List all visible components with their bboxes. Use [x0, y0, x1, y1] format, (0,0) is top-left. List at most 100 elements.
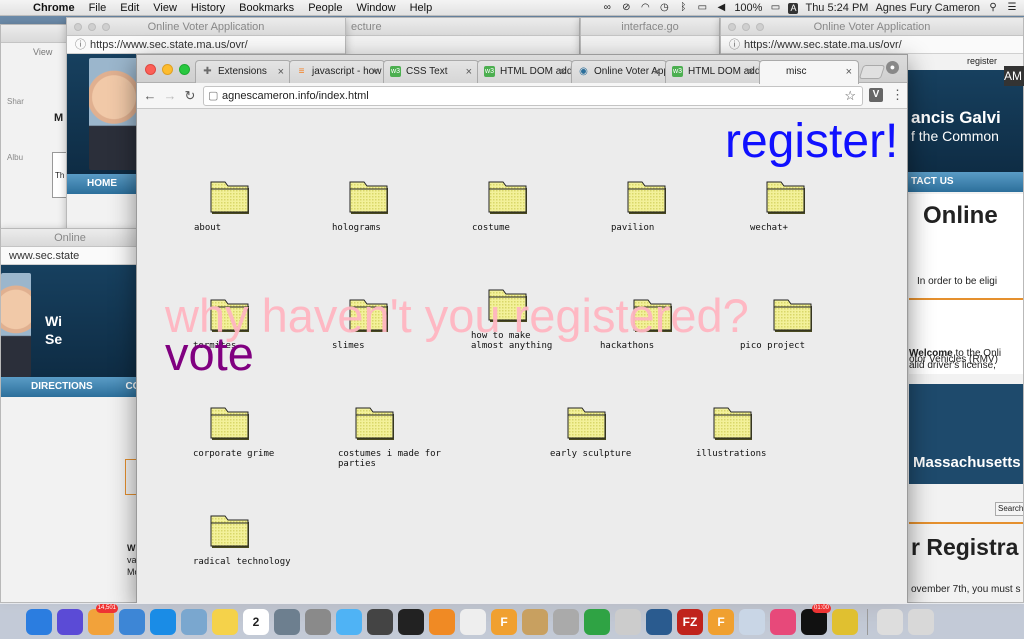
right-window-urlbar[interactable]: ⓘ https://www.sec.state.ma.us/ovr/: [721, 36, 1023, 54]
folder-icon[interactable]: [209, 178, 253, 216]
home-nav-link[interactable]: HOME: [87, 178, 117, 189]
page-info-icon[interactable]: ▢: [208, 87, 218, 105]
fusion-icon[interactable]: F: [491, 608, 517, 635]
folder-icon[interactable]: [209, 512, 253, 550]
close-tab-icon[interactable]: ×: [654, 61, 660, 83]
siri-icon[interactable]: [57, 608, 83, 635]
menu-bookmarks[interactable]: Bookmarks: [232, 2, 301, 14]
archive-icon[interactable]: [615, 608, 641, 635]
preview-2-icon[interactable]: [739, 608, 765, 635]
bookmark-star-icon[interactable]: ☆: [844, 87, 856, 105]
folder-label[interactable]: radical technology: [193, 557, 333, 567]
terminal-icon[interactable]: [398, 608, 424, 635]
chrome-icon[interactable]: [832, 608, 858, 635]
menu-edit[interactable]: Edit: [113, 2, 146, 14]
sync-icon[interactable]: ⊘: [620, 3, 632, 13]
battery-icon[interactable]: ▭: [769, 3, 781, 13]
folder-icon[interactable]: [772, 296, 816, 334]
close-tab-icon[interactable]: ×: [466, 61, 472, 83]
spotlight-search-icon[interactable]: ⚲: [987, 3, 999, 13]
menu-view[interactable]: View: [146, 2, 184, 14]
tab-css-text[interactable]: w3 CSS Text ×: [383, 60, 479, 83]
folder-label[interactable]: pavilion: [611, 223, 751, 233]
wifi-icon[interactable]: ◠: [639, 3, 651, 13]
finder-icon[interactable]: [26, 608, 52, 635]
airplay-icon[interactable]: ▭: [696, 3, 708, 13]
folder-label[interactable]: pico project: [740, 341, 880, 351]
cyberduck-icon[interactable]: [646, 608, 672, 635]
trash-icon[interactable]: [908, 608, 934, 635]
folder-icon[interactable]: [348, 178, 392, 216]
menu-people[interactable]: People: [301, 2, 349, 14]
tab-html-dom-2[interactable]: w3 HTML DOM addEventListener ×: [665, 60, 761, 83]
disk-icon[interactable]: [522, 608, 548, 635]
tab-extensions[interactable]: ✚ Extensions ×: [195, 60, 291, 83]
profile-icon[interactable]: ●: [886, 61, 899, 74]
photos-icon[interactable]: 14,501: [88, 603, 118, 635]
reload-icon[interactable]: ↻: [181, 87, 199, 105]
folder-icon[interactable]: [566, 404, 610, 442]
creative-cloud-icon[interactable]: ∞: [601, 3, 613, 13]
folder-icon[interactable]: [487, 178, 531, 216]
folder-label[interactable]: holograms: [332, 223, 472, 233]
extension-v-icon[interactable]: V: [869, 88, 883, 102]
skype-icon[interactable]: [367, 608, 393, 635]
contact-us-link[interactable]: TACT US: [911, 176, 954, 187]
filezilla-icon[interactable]: FZ: [677, 608, 703, 635]
fusion-icon-2[interactable]: F: [708, 608, 734, 635]
address-bar[interactable]: ▢ agnescameron.info/index.html ☆: [203, 86, 863, 106]
menu-history[interactable]: History: [184, 2, 232, 14]
folder-label[interactable]: corporate grime: [193, 449, 333, 459]
time-machine-icon[interactable]: ◷: [658, 3, 670, 13]
close-tab-icon[interactable]: ×: [278, 61, 284, 83]
messages-icon[interactable]: [336, 608, 362, 635]
folder-icon[interactable]: [354, 404, 398, 442]
safari-icon[interactable]: [150, 608, 176, 635]
directions-nav-link[interactable]: DIRECTIONS: [31, 381, 93, 392]
folder-label[interactable]: wechat+: [750, 223, 890, 233]
menu-app-chrome[interactable]: Chrome: [26, 2, 82, 14]
clock[interactable]: Thu 5:24 PM: [805, 2, 868, 14]
numbers-icon[interactable]: [584, 608, 610, 635]
sublime-icon[interactable]: [429, 608, 455, 635]
close-tab-icon[interactable]: ×: [846, 61, 852, 83]
folder-label[interactable]: illustrations: [696, 449, 836, 459]
keynote-icon[interactable]: [119, 608, 145, 635]
folder-label[interactable]: early sculpture: [550, 449, 690, 459]
close-tab-icon[interactable]: ×: [372, 61, 378, 83]
close-tab-icon[interactable]: ×: [560, 61, 566, 83]
volume-icon[interactable]: ◀: [715, 3, 727, 13]
bluetooth-icon[interactable]: ᛒ: [677, 3, 689, 13]
back-arrow-icon[interactable]: ←: [141, 87, 159, 105]
folder-icon[interactable]: [712, 404, 756, 442]
calendar-icon[interactable]: 2: [243, 608, 269, 635]
tab-misc[interactable]: misc ×: [759, 60, 859, 84]
minimize-window-button[interactable]: [162, 64, 173, 75]
lower-window-urlbar[interactable]: www.sec.state: [1, 247, 139, 265]
image-capture-icon[interactable]: [274, 608, 300, 635]
notification-center-icon[interactable]: ☰: [1006, 3, 1018, 13]
folder-label[interactable]: costumes i made for parties: [338, 449, 478, 469]
tab-html-dom-1[interactable]: w3 HTML DOM addEventListener ×: [477, 60, 573, 83]
folder-label[interactable]: costume: [472, 223, 612, 233]
pirate-icon[interactable]: 01:00: [801, 603, 831, 635]
tab-online-voter[interactable]: ◉ Online Voter Application ×: [571, 60, 667, 83]
chrome-menu-icon[interactable]: ⋮: [891, 87, 904, 103]
vote-text[interactable]: vote: [165, 326, 254, 381]
itunes-icon[interactable]: [770, 608, 796, 635]
input-source-icon[interactable]: A: [788, 2, 799, 14]
menu-help[interactable]: Help: [403, 2, 440, 14]
menu-file[interactable]: File: [82, 2, 114, 14]
register-link[interactable]: register!: [725, 114, 898, 169]
left-window-urlbar[interactable]: ⓘ https://www.sec.state.ma.us/ovr/: [67, 36, 345, 54]
folder-label[interactable]: about: [194, 223, 334, 233]
folder-icon[interactable]: [209, 404, 253, 442]
notes-icon[interactable]: [212, 608, 238, 635]
new-tab-button[interactable]: [858, 65, 886, 79]
automator-icon[interactable]: [553, 608, 579, 635]
close-tab-icon[interactable]: ×: [748, 61, 754, 83]
system-preferences-icon[interactable]: [305, 608, 331, 635]
folder-icon[interactable]: [626, 178, 670, 216]
forward-arrow-icon[interactable]: →: [161, 87, 179, 105]
close-window-button[interactable]: [145, 64, 156, 75]
